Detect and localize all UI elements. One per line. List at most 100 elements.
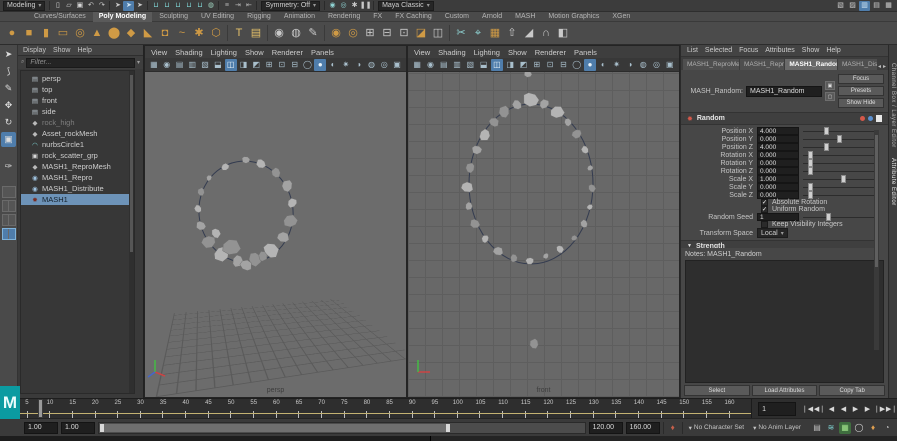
image-plane-icon[interactable]: ▧ (464, 59, 476, 71)
poly-torus-icon[interactable]: ◎ (72, 25, 88, 42)
set-key-icon[interactable]: ♦ (667, 422, 679, 434)
attr-value-field[interactable]: 0.000 (757, 167, 799, 175)
character-set-selector[interactable]: ▾ No Character Set (686, 424, 747, 432)
current-frame-field[interactable]: 1 (758, 402, 796, 416)
attr-slider[interactable] (803, 175, 878, 183)
multi-cut-icon[interactable]: ✂ (453, 25, 469, 42)
poly-sphere-icon[interactable]: ● (4, 25, 20, 42)
range-end-handle[interactable] (446, 424, 450, 432)
tab-scroll-right-icon[interactable]: ▸ (883, 63, 886, 70)
viewport-menu-shading[interactable]: Shading (438, 48, 466, 57)
ae-menu-show[interactable]: Show (802, 47, 820, 54)
focus-button[interactable]: Focus (838, 74, 884, 84)
type-tool-icon[interactable]: T (231, 25, 247, 42)
attr-value-field[interactable]: 0.000 (757, 159, 799, 167)
animation-preferences-icon[interactable]: ◔ (881, 422, 893, 434)
ae-tab-mash1_repro[interactable]: MASH1_Repro (740, 59, 784, 70)
step-forward-key-button[interactable]: ▶ (862, 402, 873, 416)
slider-handle[interactable] (808, 167, 813, 175)
rock-instance[interactable] (524, 72, 532, 77)
make-live-icon[interactable]: ◍ (205, 1, 216, 11)
outliner-item-mash1_distribute[interactable]: ◉MASH1_Distribute (21, 183, 134, 194)
rock-instance[interactable] (256, 159, 266, 168)
outliner-item-nurbscircle1[interactable]: ◠nurbsCircle1 (21, 139, 134, 150)
shadows-icon[interactable]: ◑ (353, 59, 365, 71)
attr-slider[interactable] (803, 135, 878, 143)
animation-end-field[interactable]: 160.00 (626, 422, 660, 434)
show-hide-button[interactable]: Show Hide (838, 98, 884, 108)
isolate-select-icon[interactable]: ▣ (391, 59, 403, 71)
viewport-front[interactable]: ViewShadingLightingShowRendererPanels▦◉▤… (407, 45, 680, 398)
node-swatch-icon[interactable]: ▢ (825, 92, 835, 101)
outliner-filter-input[interactable]: Filter... (26, 58, 135, 68)
anti-aliasing-icon[interactable]: ◎ (650, 59, 662, 71)
viewport-menu-renderer[interactable]: Renderer (535, 48, 566, 57)
shelf-tab-rendering[interactable]: Rendering (322, 12, 366, 22)
step-forward-frame-button[interactable]: ❘▶ (874, 402, 885, 416)
rock-instance[interactable] (240, 260, 252, 271)
poly-pyramid-icon[interactable]: ◣ (140, 25, 156, 42)
node-state-blue-icon[interactable] (868, 116, 873, 121)
poly-plane-icon[interactable]: ▭ (55, 25, 71, 42)
rock-instance[interactable] (198, 188, 205, 196)
poly-cylinder-icon[interactable]: ▮ (38, 25, 54, 42)
safe-title-icon[interactable]: ⊟ (557, 59, 569, 71)
checkbox[interactable]: ✓ (761, 199, 768, 206)
relax-tool-icon[interactable]: ✎ (305, 25, 321, 42)
node-state-box-icon[interactable] (876, 115, 882, 122)
select-by-object-icon[interactable]: ➤ (123, 1, 134, 11)
slider-handle[interactable] (824, 127, 829, 135)
field-chart-icon[interactable]: ⊞ (531, 59, 543, 71)
quad-draw-icon[interactable]: ▦ (487, 25, 503, 42)
rock-instance[interactable] (196, 221, 206, 230)
output-connections-icon[interactable]: ⇤ (243, 1, 254, 11)
fill-hole-icon[interactable]: ◪ (413, 25, 429, 42)
tab-scroll-left-icon[interactable]: ◂ (878, 63, 881, 70)
attr-value-field[interactable]: 4.000 (757, 143, 799, 151)
playback-start-field[interactable]: 1.00 (61, 422, 95, 434)
slider-handle[interactable] (808, 183, 813, 191)
wireframe-mode-icon[interactable]: ◯ (571, 59, 583, 71)
layout-two-pane[interactable] (2, 228, 16, 240)
auto-keyframe-icon[interactable]: ♦ (867, 422, 879, 434)
select-by-hierarchy-icon[interactable]: ➤ (112, 1, 123, 11)
target-weld-icon[interactable]: ⌖ (470, 25, 486, 42)
animation-start-field[interactable]: 1.00 (24, 422, 58, 434)
outliner-menu-help[interactable]: Help (77, 47, 91, 54)
transform-space-selector[interactable]: Local▾ (757, 228, 788, 238)
new-scene-icon[interactable]: ▯ (52, 1, 63, 11)
open-scene-icon[interactable]: ▱ (63, 1, 74, 11)
play-backwards-button[interactable]: ◀ (838, 402, 849, 416)
rock-instance[interactable] (565, 118, 572, 126)
undo-icon[interactable]: ↶ (85, 1, 96, 11)
slider-handle[interactable] (808, 191, 813, 199)
rock-instance[interactable] (472, 146, 482, 155)
attr-value-field[interactable]: 0.000 (757, 191, 799, 199)
checkbox[interactable]: ✓ (761, 206, 768, 213)
cached-playback-toggle-icon[interactable]: ≋ (825, 422, 837, 434)
slider-handle[interactable] (808, 159, 813, 167)
shelf-tab-uv-editing[interactable]: UV Editing (195, 12, 240, 22)
append-polygon-icon[interactable]: ◫ (430, 25, 446, 42)
viewport-menu-view[interactable]: View (151, 48, 167, 57)
last-tool-used[interactable]: ✑ (1, 159, 16, 174)
layout-single-pane[interactable] (2, 186, 16, 198)
channel-box-toggle-icon[interactable]: ▦ (883, 1, 894, 11)
outliner-item-mash1_repro[interactable]: ◉MASH1_Repro (21, 172, 134, 183)
move-tool[interactable]: ✥ (1, 98, 16, 113)
outliner-item-front[interactable]: ▤front (21, 95, 134, 106)
ae-tab-mash1_dist[interactable]: MASH1_Dist (838, 59, 877, 70)
viewport-scene-persp[interactable]: persp (145, 72, 406, 397)
random-node-section-header[interactable]: ✸ Random (681, 112, 888, 125)
lock-camera-icon[interactable]: ◉ (161, 59, 173, 71)
input-connections-icon[interactable]: ⇥ (232, 1, 243, 11)
viewport-menu-panels[interactable]: Panels (311, 48, 334, 57)
image-plane-icon[interactable]: ▧ (199, 59, 211, 71)
character-controls-toggle-icon[interactable]: ▨ (847, 1, 858, 11)
rock-instance[interactable] (526, 258, 534, 265)
use-all-lights-icon[interactable]: ✷ (340, 59, 352, 71)
textured-mode-icon[interactable]: ◐ (597, 59, 609, 71)
mirror-icon[interactable]: ◧ (555, 25, 571, 42)
rock-instance[interactable] (581, 146, 588, 154)
playback-end-field[interactable]: 120.00 (589, 422, 623, 434)
